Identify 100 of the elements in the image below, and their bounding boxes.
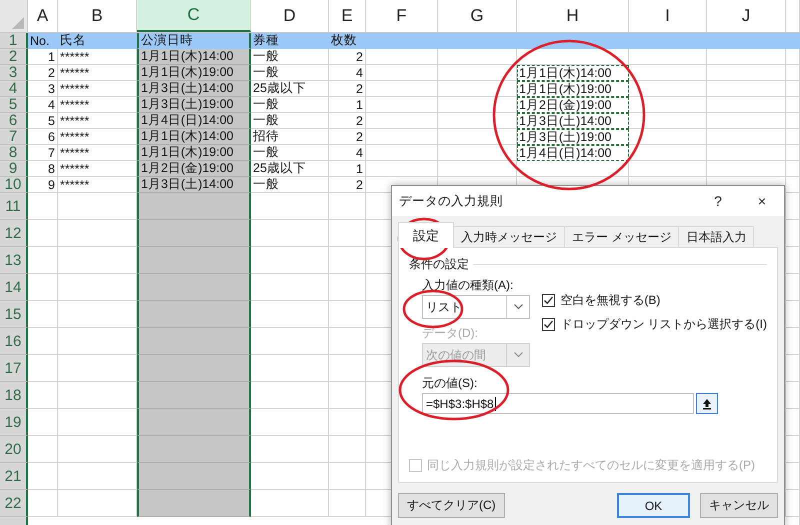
table-cell bbox=[786, 301, 800, 328]
dialog-button[interactable]: キャンセル bbox=[700, 493, 778, 518]
table-cell: 一般 bbox=[251, 49, 329, 65]
table-cell bbox=[786, 220, 800, 247]
table-cell: 招待 bbox=[251, 129, 329, 145]
table-cell: 1 bbox=[329, 97, 366, 113]
table-cell bbox=[28, 274, 58, 301]
table-cell bbox=[786, 328, 800, 355]
row-header[interactable]: 10 bbox=[0, 177, 28, 193]
row-header[interactable]: 19 bbox=[0, 409, 28, 436]
table-cell: No. bbox=[28, 33, 58, 49]
tab[interactable]: 設定 bbox=[398, 222, 454, 248]
checkbox-option[interactable]: 空白を無視する(B) bbox=[542, 292, 767, 309]
source-field[interactable]: =$H$3:$H$8 bbox=[422, 393, 694, 414]
table-cell bbox=[786, 161, 800, 177]
checkbox[interactable] bbox=[542, 294, 556, 307]
row-header[interactable]: 3 bbox=[0, 65, 28, 81]
table-cell bbox=[28, 328, 58, 355]
table-cell bbox=[786, 177, 800, 193]
type-dropdown[interactable]: リスト bbox=[422, 295, 530, 319]
table-cell: 4 bbox=[329, 145, 366, 161]
row-header[interactable]: 7 bbox=[0, 129, 28, 145]
table-cell: 1月2日(金)19:00 bbox=[517, 97, 629, 113]
tab[interactable]: 日本語入力 bbox=[678, 226, 754, 248]
row-header[interactable]: 13 bbox=[0, 247, 28, 274]
table-cell: 1月1日(木)14:00 bbox=[517, 65, 629, 81]
table-cell bbox=[28, 247, 58, 274]
row-header[interactable]: 1 bbox=[0, 33, 28, 49]
caret-icon bbox=[514, 304, 523, 310]
table-cell: 券種 bbox=[251, 33, 329, 49]
table-cell: 枚数 bbox=[329, 33, 366, 49]
row-header[interactable]: 8 bbox=[0, 145, 28, 161]
highlight-circle bbox=[402, 290, 464, 328]
table-cell bbox=[366, 49, 438, 65]
table-cell: 一般 bbox=[251, 145, 329, 161]
table-cell: 1月1日(木)19:00 bbox=[137, 65, 251, 81]
row-header[interactable]: 15 bbox=[0, 301, 28, 328]
field-label: 入力値の種類(A): bbox=[422, 277, 514, 293]
table-cell: 1月1日(木)14:00 bbox=[137, 49, 251, 65]
table-cell: 1月4日(日)14:00 bbox=[137, 113, 251, 129]
table-cell bbox=[786, 97, 800, 113]
row-header[interactable]: 2 bbox=[0, 49, 28, 65]
close-button[interactable]: × bbox=[740, 186, 784, 216]
row-header[interactable]: 11 bbox=[0, 193, 28, 220]
window-title: データの入力規則 bbox=[399, 192, 504, 210]
table-cell: 25歳以下 bbox=[251, 81, 329, 97]
table-cell bbox=[786, 274, 800, 301]
checkbox-option[interactable]: ドロップダウン リストから選択する(I) bbox=[542, 316, 767, 333]
table-cell: 一般 bbox=[251, 65, 329, 81]
caret-icon bbox=[514, 352, 523, 358]
row-header[interactable]: 18 bbox=[0, 382, 28, 409]
table-cell: 2 bbox=[329, 81, 366, 97]
table-cell bbox=[28, 355, 58, 382]
table-cell: 4 bbox=[329, 65, 366, 81]
table-cell bbox=[786, 113, 800, 129]
table-cell: 1 bbox=[329, 161, 366, 177]
table-cell: 一般 bbox=[251, 113, 329, 129]
row-header[interactable]: 14 bbox=[0, 274, 28, 301]
table-cell bbox=[786, 145, 800, 161]
table-cell: 9 bbox=[28, 177, 58, 193]
row-header[interactable]: 9 bbox=[0, 161, 28, 177]
column-header[interactable]: C bbox=[137, 0, 251, 32]
collapse-dialog-button[interactable] bbox=[696, 393, 718, 414]
table-cell bbox=[786, 49, 800, 65]
table-cell bbox=[28, 382, 58, 409]
row-header[interactable]: 20 bbox=[0, 436, 28, 463]
field-label: データ(D): bbox=[422, 325, 479, 341]
row-header[interactable] bbox=[0, 517, 28, 525]
row-header[interactable]: 22 bbox=[0, 490, 28, 517]
table-cell: 1月3日(土)14:00 bbox=[137, 81, 251, 97]
table-cell: 一般 bbox=[251, 97, 329, 113]
table-cell bbox=[786, 409, 800, 436]
table-cell: 8 bbox=[28, 161, 58, 177]
table-cell: 2 bbox=[329, 129, 366, 145]
table-cell: 1月1日(木)19:00 bbox=[517, 81, 629, 97]
help-button[interactable]: ? bbox=[696, 186, 740, 216]
row-header[interactable]: 17 bbox=[0, 355, 28, 382]
triangle-icon bbox=[12, 17, 24, 29]
table-cell bbox=[786, 436, 800, 463]
table-cell bbox=[786, 247, 800, 274]
row-header[interactable]: 5 bbox=[0, 97, 28, 113]
table-cell: 1月4日(日)14:00 bbox=[517, 145, 629, 161]
table-cell bbox=[786, 81, 800, 97]
row-header[interactable]: 4 bbox=[0, 81, 28, 97]
row-header[interactable]: 12 bbox=[0, 220, 28, 247]
table-cell bbox=[786, 382, 800, 409]
table-cell: 一般 bbox=[251, 177, 329, 193]
table-cell: 2 bbox=[329, 177, 366, 193]
table-cell: 2 bbox=[28, 65, 58, 81]
table-cell: 1月3日(土)14:00 bbox=[137, 177, 251, 193]
dialog-button[interactable]: すべてクリア(C) bbox=[398, 493, 505, 518]
table-cell: 1月2日(金)19:00 bbox=[137, 161, 251, 177]
table-cell: 1月1日(木)14:00 bbox=[137, 129, 251, 145]
row-header[interactable]: 6 bbox=[0, 113, 28, 129]
table-cell: 氏名 bbox=[58, 33, 137, 49]
row-header[interactable]: 21 bbox=[0, 463, 28, 490]
row-header[interactable]: 16 bbox=[0, 328, 28, 355]
dialog-button[interactable]: OK bbox=[617, 493, 690, 518]
checkbox[interactable] bbox=[542, 318, 556, 331]
table-cell bbox=[28, 193, 58, 220]
